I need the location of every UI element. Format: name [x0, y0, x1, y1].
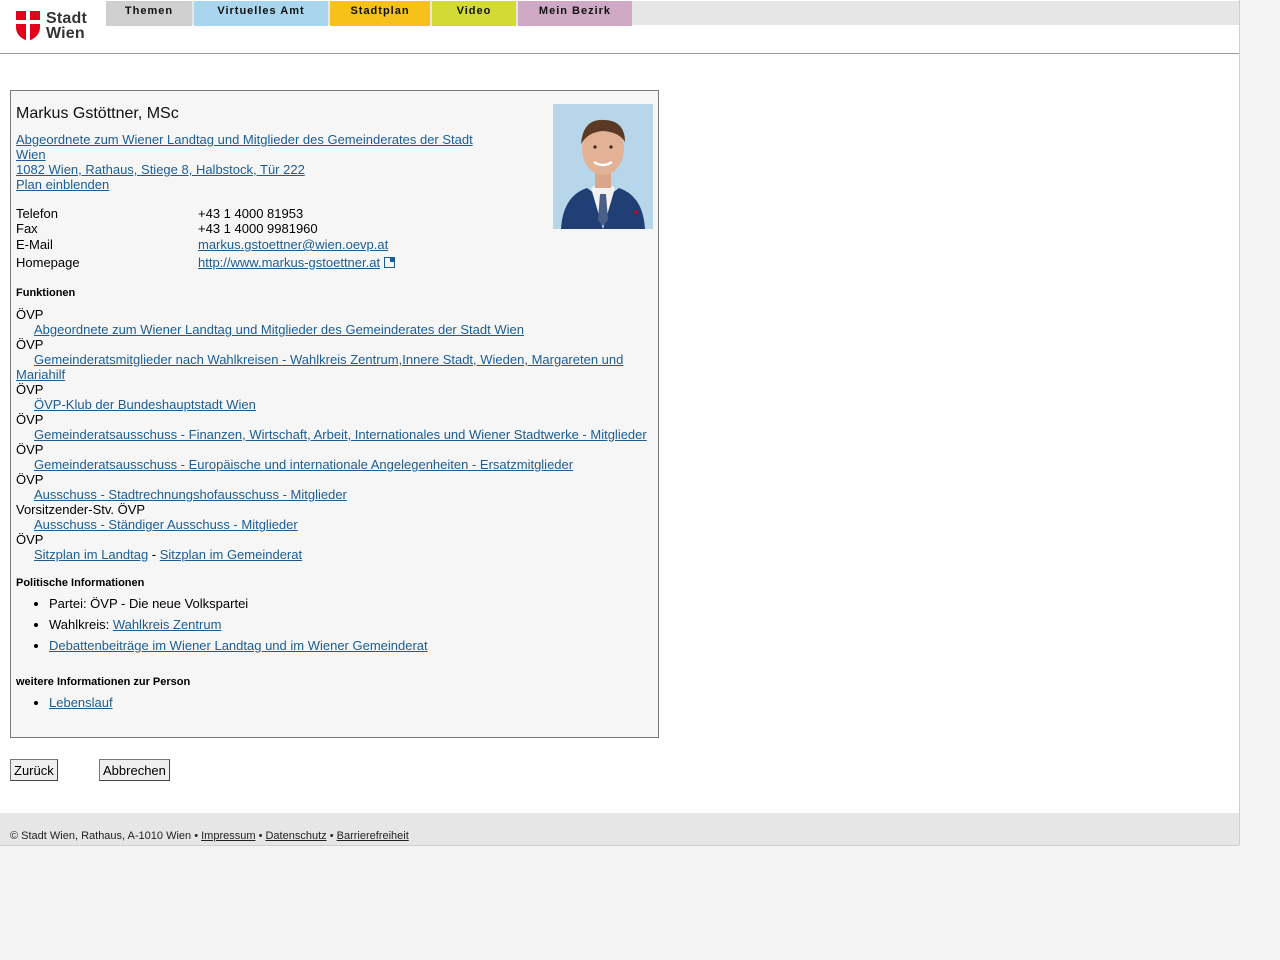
accessibility-link[interactable]: Barrierefreiheit — [337, 830, 409, 842]
nav-tab-themen[interactable]: Themen — [106, 1, 192, 26]
phone-value: +43 1 4000 81953 — [198, 206, 304, 221]
district-item: Wahlkreis: Wahlkreis Zentrum — [49, 614, 428, 635]
function-party: Vorsitzender-Stv. ÖVP — [16, 502, 146, 517]
privacy-link[interactable]: Datenschutz — [265, 830, 326, 842]
contact-row-email: E-Mail markus.gstoettner@wien.oevp.at — [16, 236, 536, 254]
political-list: Partei: ÖVP - Die neue Volkspartei Wahlk… — [16, 593, 428, 656]
institution-line-2: Wien — [16, 147, 46, 162]
cv-item: Lebenslauf — [49, 692, 113, 713]
contact-row-phone: Telefon +43 1 4000 81953 — [16, 206, 536, 221]
footer-separator: • — [326, 830, 337, 842]
homepage-link[interactable]: http://www.markus-gstoettner.at — [198, 255, 380, 270]
functions-heading: Funktionen — [16, 287, 76, 299]
function-link[interactable]: Ausschuss - Ständiger Ausschuss - Mitgli… — [16, 517, 656, 532]
function-link[interactable]: Gemeinderatsmitglieder nach Wahlkreisen … — [16, 352, 656, 382]
contact-table: Telefon +43 1 4000 81953 Fax +43 1 4000 … — [16, 206, 536, 272]
nav-tab-stadtplan[interactable]: Stadtplan — [330, 1, 430, 26]
district-link[interactable]: Wahlkreis Zentrum — [113, 617, 222, 632]
person-card: Markus Gstöttner, MSc Abgeordnete zum Wi… — [10, 90, 659, 738]
coat-of-arms-icon — [16, 11, 40, 41]
more-info-heading: weitere Informationen zur Person — [16, 676, 191, 688]
political-heading: Politische Informationen — [16, 577, 145, 589]
copyright-text: © Stadt Wien, Rathaus, A-1010 Wien • — [10, 830, 202, 842]
nav-tab-video[interactable]: Video — [432, 1, 516, 26]
seating-gemeinderat-link[interactable]: Sitzplan im Gemeinderat — [160, 547, 302, 562]
function-link[interactable]: Ausschuss - Stadtrechnungshofausschuss -… — [16, 487, 656, 502]
person-name: Markus Gstöttner, MSc — [16, 105, 179, 122]
homepage-value: http://www.markus-gstoettner.at — [198, 254, 396, 272]
nav-tab-mein-bezirk[interactable]: Mein Bezirk — [518, 1, 632, 26]
stadt-wien-logo[interactable]: Stadt Wien — [16, 9, 87, 43]
seating-landtag-link[interactable]: Sitzplan im Landtag — [34, 547, 148, 562]
function-link[interactable]: Gemeinderatsausschuss - Europäische und … — [16, 457, 656, 472]
homepage-label: Homepage — [16, 255, 80, 270]
person-photo — [553, 104, 653, 229]
footer-text: © Stadt Wien, Rathaus, A-1010 Wien • Imp… — [10, 830, 409, 842]
debates-link[interactable]: Debattenbeiträge im Wiener Landtag und i… — [49, 638, 428, 653]
seating-separator: - — [148, 547, 160, 562]
institution-line-1: Abgeordnete zum Wiener Landtag und Mitgl… — [16, 132, 473, 147]
seating-party: ÖVP — [16, 532, 44, 547]
function-link[interactable]: Abgeordnete zum Wiener Landtag und Mitgl… — [16, 322, 656, 337]
email-label: E-Mail — [16, 237, 53, 252]
show-map-link[interactable]: Plan einblenden — [16, 177, 486, 192]
function-party: ÖVP — [16, 442, 44, 457]
phone-label: Telefon — [16, 206, 58, 221]
more-info-list: Lebenslauf — [16, 692, 113, 713]
site-footer: © Stadt Wien, Rathaus, A-1010 Wien • Imp… — [0, 813, 1239, 846]
party-text: Partei: ÖVP - Die neue Volkspartei — [49, 596, 249, 611]
party-item: Partei: ÖVP - Die neue Volkspartei — [49, 593, 428, 614]
page: Stadt Wien Themen Virtuelles Amt Stadtpl… — [0, 0, 1240, 846]
fax-value: +43 1 4000 9981960 — [198, 221, 318, 236]
institution-link[interactable]: Abgeordnete zum Wiener Landtag und Mitgl… — [16, 132, 486, 162]
function-party: ÖVP — [16, 412, 44, 427]
function-party: ÖVP — [16, 337, 44, 352]
function-party: ÖVP — [16, 307, 44, 322]
function-party: ÖVP — [16, 472, 44, 487]
function-link[interactable]: Gemeinderatsausschuss - Finanzen, Wirtsc… — [16, 427, 656, 442]
contact-row-fax: Fax +43 1 4000 9981960 — [16, 221, 536, 236]
main-navigation: Themen Virtuelles Amt Stadtplan Video Me… — [106, 1, 634, 26]
cancel-button[interactable]: Abbrechen — [99, 759, 170, 781]
external-link-icon — [384, 257, 396, 268]
cv-link[interactable]: Lebenslauf — [49, 695, 113, 710]
debates-item: Debattenbeiträge im Wiener Landtag und i… — [49, 635, 428, 656]
institution-block: Abgeordnete zum Wiener Landtag und Mitgl… — [16, 132, 486, 192]
district-label: Wahlkreis: — [49, 617, 113, 632]
logo-line-2: Wien — [46, 25, 85, 42]
fax-label: Fax — [16, 221, 38, 236]
logo-text: Stadt Wien — [46, 10, 87, 42]
back-button[interactable]: Zurück — [10, 759, 58, 781]
site-header: Stadt Wien Themen Virtuelles Amt Stadtpl… — [0, 0, 1239, 54]
portrait-image — [553, 104, 653, 229]
contact-row-homepage: Homepage http://www.markus-gstoettner.at — [16, 254, 536, 272]
function-party: ÖVP — [16, 382, 44, 397]
nav-tab-virtuelles-amt[interactable]: Virtuelles Amt — [194, 1, 328, 26]
functions-list: ÖVP Abgeordnete zum Wiener Landtag und M… — [16, 307, 656, 562]
logo-line-1: Stadt — [46, 10, 87, 27]
address-link[interactable]: 1082 Wien, Rathaus, Stiege 8, Halbstock,… — [16, 162, 486, 177]
email-link[interactable]: markus.gstoettner@wien.oevp.at — [198, 236, 388, 254]
function-link[interactable]: ÖVP-Klub der Bundeshauptstadt Wien — [16, 397, 656, 412]
impressum-link[interactable]: Impressum — [201, 830, 255, 842]
seating-links: Sitzplan im Landtag - Sitzplan im Gemein… — [16, 547, 656, 562]
footer-separator: • — [255, 830, 266, 842]
